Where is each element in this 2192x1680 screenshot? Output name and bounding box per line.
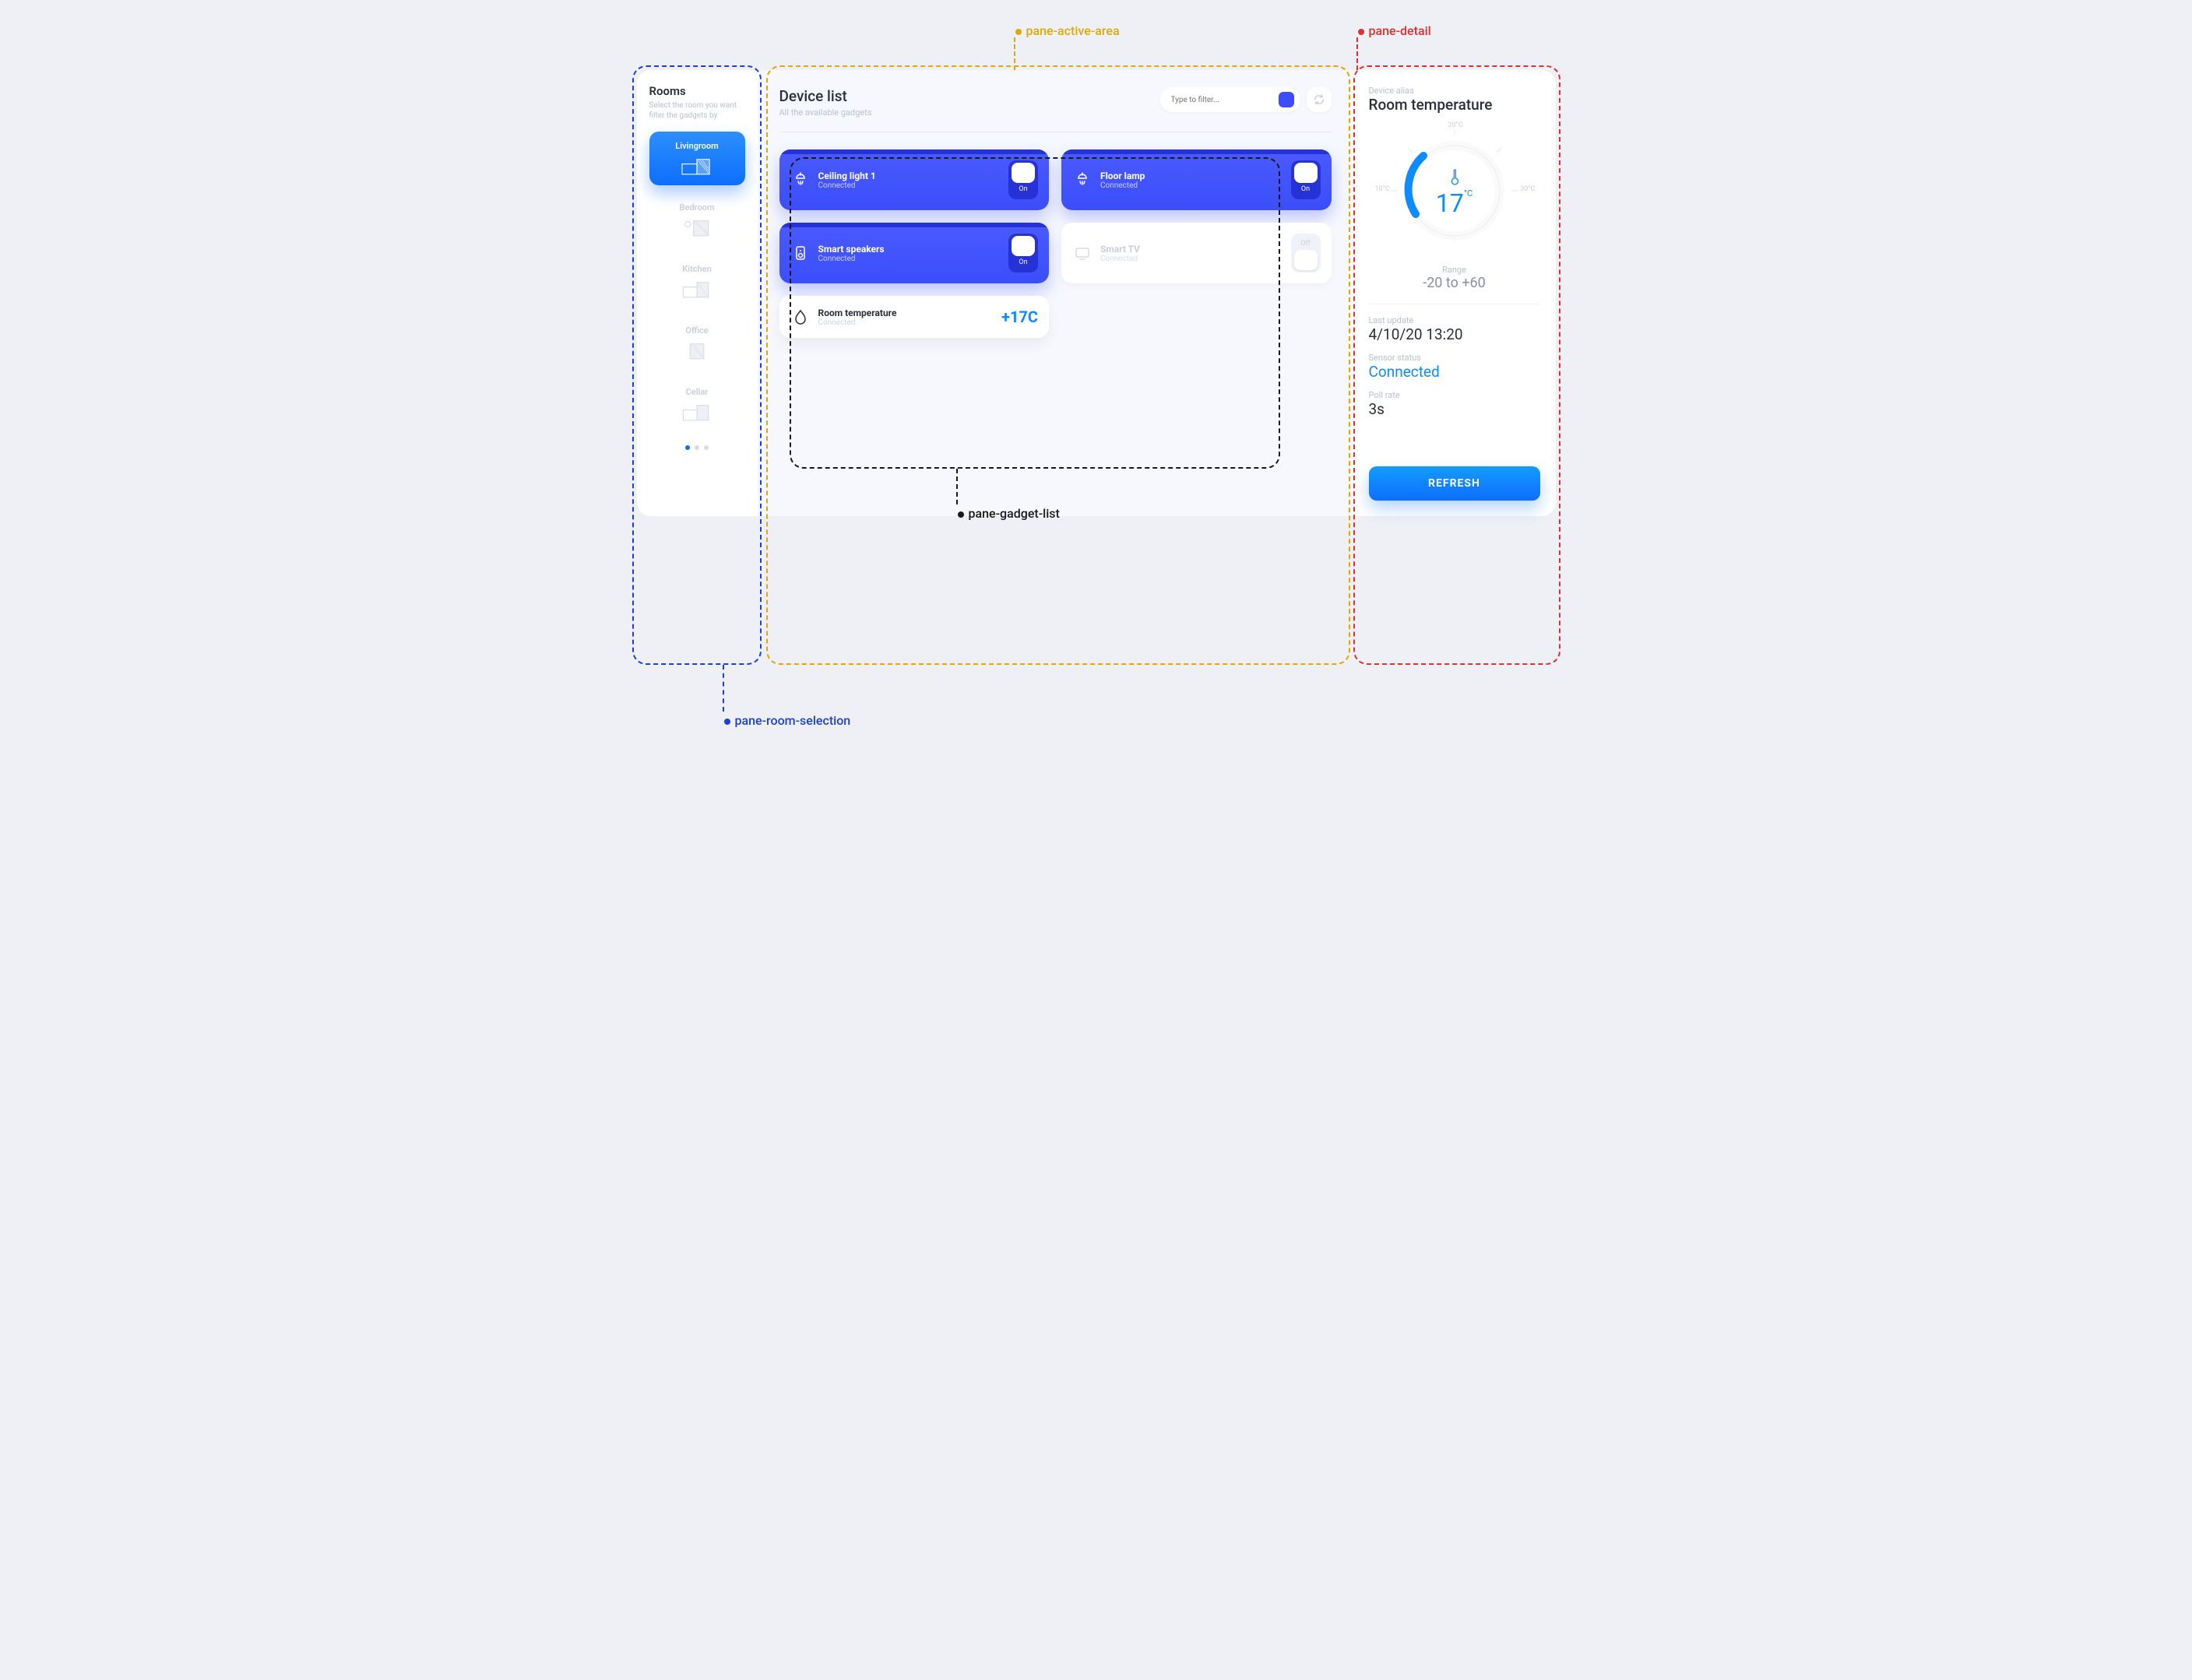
room-label: Office <box>657 325 737 336</box>
toggle-state: On <box>1019 185 1027 193</box>
app-card: Rooms Select the room you want filter th… <box>637 70 1556 516</box>
gadget-status: Connected <box>818 255 1001 263</box>
drop-icon <box>790 307 811 327</box>
device-list-title: Device list <box>779 87 872 105</box>
toggle-state: On <box>1301 185 1310 193</box>
gadget-status: Connected <box>1100 255 1283 263</box>
toggle-state: Off <box>1300 240 1310 248</box>
room-label: Bedroom <box>657 202 737 213</box>
search-input[interactable] <box>1171 96 1279 104</box>
gadget-name: Ceiling light 1 <box>818 170 1001 181</box>
room-office[interactable]: Office <box>649 316 745 370</box>
last-update-value: 4/10/20 13:20 <box>1369 325 1540 343</box>
room-bedroom[interactable]: Bedroom <box>649 193 745 247</box>
pane-active-area: Device list All the available gadgets <box>758 70 1353 516</box>
room-icon <box>657 217 737 241</box>
gauge-tick-top: 20°C <box>1448 121 1463 129</box>
room-label: Cellar <box>657 387 737 397</box>
gadget-room-temperature[interactable]: Room temperature Connected +17C <box>779 296 1050 338</box>
refresh-icon <box>1313 93 1325 106</box>
room-icon <box>657 156 737 179</box>
gadget-name: Smart TV <box>1100 244 1283 255</box>
speaker-icon <box>790 243 811 263</box>
gadget-toggle[interactable]: On <box>1008 234 1038 272</box>
room-label: Livingroom <box>657 141 737 151</box>
gadget-status: Connected <box>818 318 994 327</box>
sensor-status-value: Connected <box>1369 363 1540 381</box>
sensor-reading: +17C <box>1001 308 1038 326</box>
pane-gadget-list: Ceiling light 1 Connected On Floor lamp … <box>779 149 1332 338</box>
refresh-list-button[interactable] <box>1307 87 1332 112</box>
annotation-active-area-label: pane-active-area <box>1026 23 1120 38</box>
room-cellar[interactable]: Cellar <box>649 378 745 431</box>
room-icon <box>657 279 737 302</box>
device-list-subtitle: All the available gadgets <box>779 107 872 118</box>
gadget-ceiling-light-1[interactable]: Ceiling light 1 Connected On <box>779 149 1050 210</box>
thermometer-icon <box>1436 168 1472 188</box>
gadget-status: Connected <box>1100 181 1283 190</box>
gauge-value: 17 <box>1436 188 1464 218</box>
poll-rate-label: Poll rate <box>1369 390 1540 400</box>
range-value: -20 to +60 <box>1423 275 1486 291</box>
room-icon <box>657 340 737 364</box>
gadget-name: Floor lamp <box>1100 170 1283 181</box>
lamp-icon <box>1072 170 1092 190</box>
gadget-toggle[interactable]: On <box>1008 160 1038 199</box>
room-livingroom[interactable]: Livingroom <box>649 132 745 185</box>
last-update-label: Last update <box>1369 315 1540 325</box>
poll-rate-value: 3s <box>1369 400 1540 418</box>
sensor-status-label: Sensor status <box>1369 353 1540 363</box>
gadget-name: Room temperature <box>818 308 994 318</box>
gadget-floor-lamp[interactable]: Floor lamp Connected On <box>1061 149 1332 210</box>
gadget-smart-tv[interactable]: Smart TV Connected Off <box>1061 223 1332 283</box>
annotation-detail-label: pane-detail <box>1369 23 1431 38</box>
search-box[interactable] <box>1160 87 1300 112</box>
gadget-toggle[interactable]: On <box>1291 160 1321 199</box>
temperature-gauge: 20°C 10°C 30°C 17°C <box>1377 125 1532 257</box>
pagination-dots[interactable] <box>649 445 745 450</box>
gadget-smart-speakers[interactable]: Smart speakers Connected On <box>779 223 1050 283</box>
refresh-button[interactable]: REFRESH <box>1369 466 1540 501</box>
range-label: Range <box>1369 265 1540 275</box>
search-submit-icon[interactable] <box>1279 92 1294 107</box>
pane-detail: Device alias Room temperature <box>1353 70 1556 516</box>
gadget-name: Smart speakers <box>818 244 1001 255</box>
gauge-tick-right: 30°C <box>1520 185 1535 193</box>
toggle-state: On <box>1019 258 1027 266</box>
lamp-icon <box>790 170 811 190</box>
gauge-tick-left: 10°C <box>1375 185 1390 193</box>
tv-icon <box>1072 243 1092 263</box>
room-label: Kitchen <box>657 264 737 274</box>
sidebar-subtitle: Select the room you want filter the gadg… <box>649 100 745 121</box>
room-icon <box>657 402 737 425</box>
gadget-toggle[interactable]: Off <box>1291 234 1321 272</box>
room-kitchen[interactable]: Kitchen <box>649 255 745 308</box>
gauge-unit: °C <box>1464 188 1472 199</box>
annotation-gadget-list-label: pane-gadget-list <box>969 506 1060 521</box>
gadget-status: Connected <box>818 181 1001 190</box>
alias-label: Device alias <box>1369 86 1540 96</box>
pane-room-selection: Rooms Select the room you want filter th… <box>637 70 758 516</box>
annotation-room-selection-label: pane-room-selection <box>735 713 851 728</box>
sidebar-title: Rooms <box>649 84 745 98</box>
device-alias: Room temperature <box>1369 96 1540 114</box>
